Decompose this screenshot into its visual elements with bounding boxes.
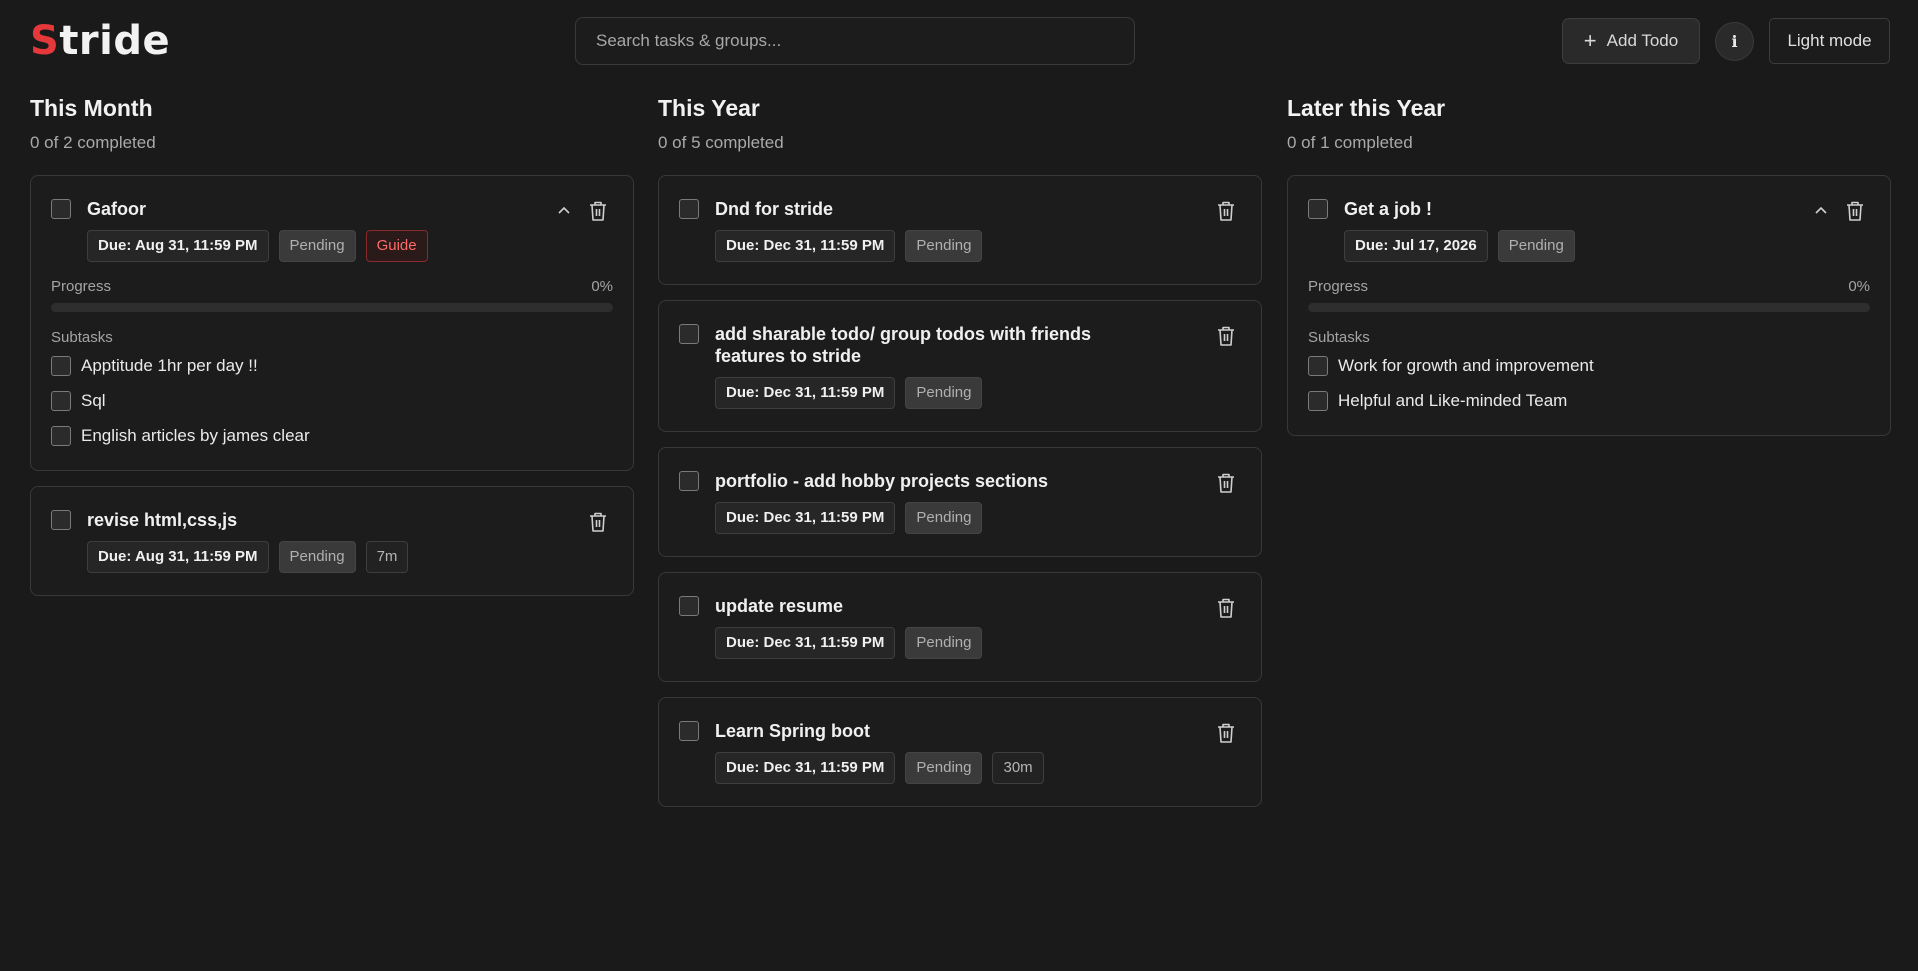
tag-badge: Guide — [365, 230, 428, 262]
trash-icon[interactable] — [1846, 200, 1864, 222]
task-title: portfolio - add hobby projects sections — [715, 471, 1049, 491]
column-title: This Month — [30, 95, 153, 121]
subtask-item[interactable]: Apptitude 1hr per day !! — [51, 353, 613, 388]
task-card[interactable]: revise html,css,js Due: Aug 31, 11:59 PM… — [30, 486, 634, 596]
task-title: revise html,css,js — [87, 510, 238, 530]
info-icon: i — [1731, 32, 1738, 51]
task-checkbox[interactable] — [679, 324, 699, 344]
subtask-checkbox[interactable] — [1308, 356, 1328, 376]
subtask-label: English articles by james clear — [81, 426, 310, 445]
subtask-item[interactable]: Sql — [51, 388, 613, 423]
trash-icon[interactable] — [589, 200, 607, 222]
task-card[interactable]: add sharable todo/ group todos with frie… — [658, 300, 1262, 432]
plus-icon: + — [1583, 28, 1597, 53]
progress-value: 0% — [591, 278, 613, 295]
progress-label: Progress — [1308, 278, 1369, 295]
task-title: update resume — [715, 596, 844, 616]
time-estimate-badge: 7m — [365, 541, 409, 573]
column-title: Later this Year — [1287, 95, 1446, 121]
progress-label: Progress — [51, 278, 112, 295]
trash-icon[interactable] — [1217, 200, 1235, 222]
task-checkbox[interactable] — [679, 721, 699, 741]
column-this-month: This Month 0 of 2 completed Gafoor Due: … — [30, 92, 634, 611]
task-title: Dnd for stride — [715, 199, 834, 219]
subtask-label: Work for growth and improvement — [1338, 356, 1594, 375]
task-title: Gafoor — [87, 199, 147, 219]
task-card[interactable]: Dnd for stride Due: Dec 31, 11:59 PM Pen… — [658, 175, 1262, 285]
subtask-label: Apptitude 1hr per day !! — [81, 356, 258, 375]
app-header: Stride + Add Todo i Light mode — [0, 0, 1918, 84]
subtask-checkbox[interactable] — [1308, 391, 1328, 411]
subtasks-label: Subtasks — [1308, 329, 1370, 346]
task-title: Learn Spring boot — [715, 721, 870, 741]
status-badge: Pending — [278, 541, 356, 573]
column-this-year: This Year 0 of 5 completed Dnd for strid… — [658, 92, 1262, 822]
subtask-checkbox[interactable] — [51, 426, 71, 446]
logo-accent-letter: S — [30, 18, 60, 64]
due-date-badge: Due: Aug 31, 11:59 PM — [87, 230, 269, 262]
task-checkbox[interactable] — [1308, 199, 1328, 219]
column-later-this-year: Later this Year 0 of 1 completed Get a j… — [1287, 92, 1891, 451]
subtasks-label: Subtasks — [51, 329, 113, 346]
task-checkbox[interactable] — [679, 199, 699, 219]
task-card[interactable]: portfolio - add hobby projects sections … — [658, 447, 1262, 557]
status-badge: Pending — [1497, 230, 1575, 262]
progress-bar — [51, 303, 613, 312]
task-checkbox[interactable] — [679, 471, 699, 491]
search-input[interactable] — [575, 17, 1135, 65]
status-badge: Pending — [905, 627, 983, 659]
due-date-badge: Due: Dec 31, 11:59 PM — [715, 627, 896, 659]
add-todo-label: Add Todo — [1606, 31, 1679, 50]
chevron-up-icon[interactable] — [557, 203, 571, 217]
progress-value: 0% — [1848, 278, 1870, 295]
task-checkbox[interactable] — [51, 510, 71, 530]
due-date-badge: Due: Aug 31, 11:59 PM — [87, 541, 269, 573]
theme-toggle-button[interactable]: Light mode — [1769, 18, 1890, 64]
info-button[interactable]: i — [1715, 22, 1754, 61]
subtask-item[interactable]: English articles by james clear — [51, 423, 613, 448]
app-logo[interactable]: Stride — [30, 18, 170, 64]
task-title: add sharable todo/ group todos with frie… — [715, 324, 1092, 366]
time-estimate-badge: 30m — [992, 752, 1044, 784]
task-card[interactable]: Get a job ! Due: Jul 17, 2026 Pending Pr… — [1287, 175, 1891, 436]
trash-icon[interactable] — [1217, 325, 1235, 347]
trash-icon[interactable] — [1217, 597, 1235, 619]
due-date-badge: Due: Dec 31, 11:59 PM — [715, 230, 896, 262]
status-badge: Pending — [905, 230, 983, 262]
task-card[interactable]: Learn Spring boot Due: Dec 31, 11:59 PM … — [658, 697, 1262, 807]
subtask-label: Sql — [81, 391, 106, 410]
due-date-badge: Due: Jul 17, 2026 — [1344, 230, 1488, 262]
subtask-item[interactable]: Work for growth and improvement — [1308, 353, 1870, 388]
task-card[interactable]: Gafoor Due: Aug 31, 11:59 PM Pending Gui… — [30, 175, 634, 471]
column-completed-count: 0 of 1 completed — [1287, 133, 1413, 152]
trash-icon[interactable] — [1217, 472, 1235, 494]
due-date-badge: Due: Dec 31, 11:59 PM — [715, 377, 896, 409]
chevron-up-icon[interactable] — [1814, 203, 1828, 217]
column-title: This Year — [658, 95, 760, 121]
due-date-badge: Due: Dec 31, 11:59 PM — [715, 752, 896, 784]
status-badge: Pending — [905, 502, 983, 534]
add-todo-button[interactable]: + Add Todo — [1562, 18, 1700, 64]
subtask-checkbox[interactable] — [51, 391, 71, 411]
trash-icon[interactable] — [589, 511, 607, 533]
status-badge: Pending — [278, 230, 356, 262]
subtask-label: Helpful and Like-minded Team — [1338, 391, 1568, 410]
status-badge: Pending — [905, 752, 983, 784]
task-card[interactable]: update resume Due: Dec 31, 11:59 PM Pend… — [658, 572, 1262, 682]
subtask-item[interactable]: Helpful and Like-minded Team — [1308, 388, 1870, 413]
trash-icon[interactable] — [1217, 722, 1235, 744]
task-checkbox[interactable] — [51, 199, 71, 219]
task-title: Get a job ! — [1344, 199, 1433, 219]
status-badge: Pending — [905, 377, 983, 409]
column-completed-count: 0 of 2 completed — [30, 133, 156, 152]
progress-bar — [1308, 303, 1870, 312]
column-completed-count: 0 of 5 completed — [658, 133, 784, 152]
logo-text: tride — [59, 18, 171, 64]
due-date-badge: Due: Dec 31, 11:59 PM — [715, 502, 896, 534]
subtask-checkbox[interactable] — [51, 356, 71, 376]
task-checkbox[interactable] — [679, 596, 699, 616]
